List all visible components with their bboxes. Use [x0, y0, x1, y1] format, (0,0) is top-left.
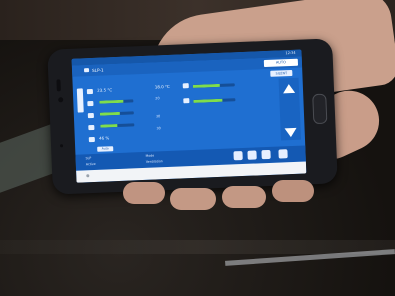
reading-row: 23.5 °C [86, 85, 113, 96]
hand-finger [170, 188, 216, 210]
reading-row: 46 % [88, 133, 110, 144]
middle-bar-fill [192, 83, 221, 88]
gauge-icon [88, 136, 95, 142]
middle-bar [192, 83, 235, 88]
app-icon [83, 68, 90, 73]
reading-bar [100, 123, 135, 128]
refresh-icon[interactable] [247, 150, 257, 160]
mode-secondary-button[interactable]: SILENT [270, 69, 293, 77]
reading-bar [99, 111, 134, 116]
triangle-icon [183, 98, 190, 104]
auto-button[interactable]: Auto [97, 146, 114, 152]
reading-label: 23.5 °C [97, 87, 113, 93]
middle-value: 30 [155, 114, 161, 119]
hand-finger [272, 180, 314, 202]
reading-bar-fill [100, 124, 118, 128]
reading-row [87, 98, 134, 108]
phone-screen: 12:34 SLP-1 AUTO SILENT 23.5 °C 46 % 18.… [71, 49, 307, 183]
phone-camera [58, 97, 64, 103]
bottom-label: Mode [145, 153, 155, 158]
wrench-icon[interactable] [278, 149, 288, 159]
middle-bar [193, 98, 236, 103]
middle-value: 20 [155, 96, 160, 101]
thermometer-icon [86, 88, 93, 94]
pen-icon [87, 100, 94, 106]
arrow-down-icon[interactable] [284, 127, 297, 138]
middle-value: 30 [156, 126, 161, 131]
arrow-up-icon[interactable] [282, 83, 296, 94]
fan-icon [182, 83, 189, 89]
phone-sensor [60, 144, 64, 148]
left-tab[interactable] [76, 88, 84, 113]
phone-home-button[interactable] [312, 93, 328, 125]
reading-bar-fill [99, 99, 124, 104]
phone-speaker [56, 79, 61, 92]
background-floor [0, 240, 395, 254]
reading-bar-fill [99, 111, 121, 116]
mode-display[interactable]: AUTO [263, 58, 299, 68]
smartphone: 12:34 SLP-1 AUTO SILENT 23.5 °C 46 % 18.… [47, 38, 338, 195]
photo-scene: 12:34 SLP-1 AUTO SILENT 23.5 °C 46 % 18.… [0, 0, 395, 296]
reading-row [87, 110, 134, 120]
bottom-label: Ventilation [145, 159, 163, 164]
nav-dot [86, 174, 90, 178]
heart-icon [87, 112, 94, 118]
reading-bar [99, 99, 134, 104]
middle-bar-fill [193, 98, 223, 103]
app-title: SLP-1 [91, 67, 104, 73]
calendar-icon[interactable] [233, 151, 243, 161]
setpoint-value[interactable]: 18.0 °C [155, 83, 170, 92]
droplet-icon [88, 124, 95, 130]
bottom-label: SLP [85, 156, 92, 161]
reading-label: 46 % [98, 135, 110, 141]
hand-finger [123, 182, 165, 204]
reading-row [88, 122, 135, 132]
search-icon[interactable] [261, 149, 271, 160]
bottom-label: Active [85, 161, 96, 167]
hand-finger [222, 186, 266, 208]
